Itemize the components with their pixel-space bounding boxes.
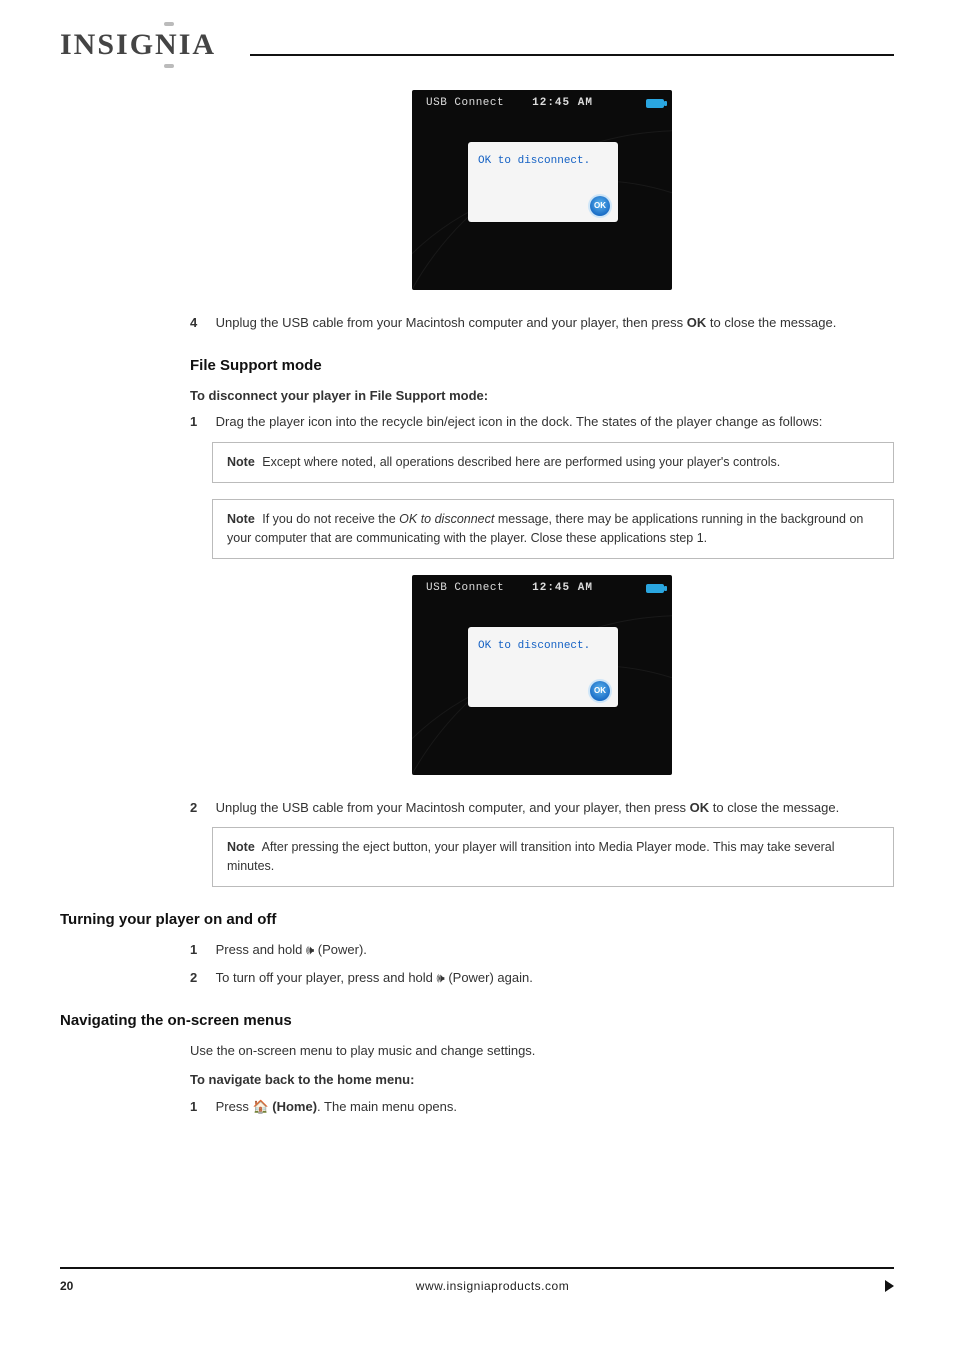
note-2-italic: OK to disconnect xyxy=(399,512,494,526)
brand-logo-text: INSIGNIA xyxy=(60,28,216,61)
fs-step-1: 1 Drag the player icon into the recycle … xyxy=(190,413,894,432)
note-box-2: Note If you do not receive the OK to dis… xyxy=(212,499,894,559)
screen2-title: USB Connect xyxy=(426,581,504,597)
home-step-1-number: 1 xyxy=(190,1098,212,1117)
turning-step-2-text: To turn off your player, press and hold … xyxy=(216,969,894,988)
heading-navigating-menus: Navigating the on-screen menus xyxy=(60,1010,894,1032)
screen2-time: 12:45 AM xyxy=(532,581,593,597)
home-step-1-bold: (Home) xyxy=(272,1099,317,1114)
fs-step-2-number: 2 xyxy=(190,799,212,818)
device-screenshot-usb-connect-1: USB Connect 12:45 AM OK to disconnect. O… xyxy=(412,90,672,290)
note-box-1: Note Except where noted, all operations … xyxy=(212,442,894,483)
heading-home-nav: To navigate back to the home menu: xyxy=(190,1071,894,1090)
turning-step-1: 1 Press and hold 🕪 (Power). xyxy=(190,941,894,960)
note-2-label: Note xyxy=(227,512,255,526)
note-box-3: Note After pressing the eject button, yo… xyxy=(212,827,894,887)
step-4-text-b: to close the message. xyxy=(706,315,836,330)
fs-step-1-text: Drag the player icon into the recycle bi… xyxy=(216,413,894,432)
note-3-text: After pressing the eject button, your pl… xyxy=(227,840,835,873)
screen1-time: 12:45 AM xyxy=(532,96,593,112)
note-3-label: Note xyxy=(227,840,255,854)
fs-step-1-number: 1 xyxy=(190,413,212,432)
fs-step-2-text-b: to close the message. xyxy=(709,800,839,815)
note-1-text: Except where noted, all operations descr… xyxy=(262,455,780,469)
screen1-dialog: OK to disconnect. OK xyxy=(468,142,618,222)
step-4: 4 Unplug the USB cable from your Macinto… xyxy=(190,314,894,333)
heading-turning-on-off: Turning your player on and off xyxy=(60,909,894,931)
step-4-number: 4 xyxy=(190,314,212,333)
fs-step-2-text-a: Unplug the USB cable from your Macintosh… xyxy=(216,800,690,815)
heading-file-support-mode: File Support mode xyxy=(190,355,894,377)
step-4-ok: OK xyxy=(687,315,707,330)
step-4-text-a: Unplug the USB cable from your Macintosh… xyxy=(216,315,687,330)
screen2-dialog: OK to disconnect. OK xyxy=(468,627,618,707)
page-number: 20 xyxy=(60,1279,100,1293)
battery-icon xyxy=(646,584,664,593)
turning-step-2: 2 To turn off your player, press and hol… xyxy=(190,969,894,988)
turning-step-2-number: 2 xyxy=(190,969,212,988)
note-1-label: Note xyxy=(227,455,255,469)
screen1-ok-button: OK xyxy=(590,196,610,216)
header-rule xyxy=(250,54,894,56)
screen2-dialog-message: OK to disconnect. xyxy=(468,627,618,655)
home-step-1-text-b: . The main menu opens. xyxy=(317,1099,457,1114)
turning-step-1-number: 1 xyxy=(190,941,212,960)
screen1-dialog-message: OK to disconnect. xyxy=(468,142,618,170)
screen1-title: USB Connect xyxy=(426,96,504,112)
brand-logo: INSIGNIA xyxy=(60,28,226,62)
home-step-1: 1 Press 🏠 (Home). The main menu opens. xyxy=(190,1098,894,1117)
note-2-text-a: If you do not receive the xyxy=(262,512,399,526)
fs-step-2-ok: OK xyxy=(690,800,710,815)
turning-step-1-text: Press and hold 🕪 (Power). xyxy=(216,941,894,960)
footer-triangle-icon xyxy=(885,1280,894,1292)
file-support-intro: To disconnect your player in File Suppor… xyxy=(190,387,894,406)
device-screenshot-usb-connect-2: USB Connect 12:45 AM OK to disconnect. O… xyxy=(412,575,672,775)
nav-intro: Use the on-screen menu to play music and… xyxy=(190,1042,894,1061)
screen2-ok-button: OK xyxy=(590,681,610,701)
fs-step-2: 2 Unplug the USB cable from your Macinto… xyxy=(190,799,894,818)
battery-icon xyxy=(646,99,664,108)
page-footer: 20 www.insigniaproducts.com xyxy=(60,1267,894,1293)
footer-url: www.insigniaproducts.com xyxy=(100,1279,885,1293)
home-step-1-text-a: Press 🏠 xyxy=(216,1099,273,1114)
